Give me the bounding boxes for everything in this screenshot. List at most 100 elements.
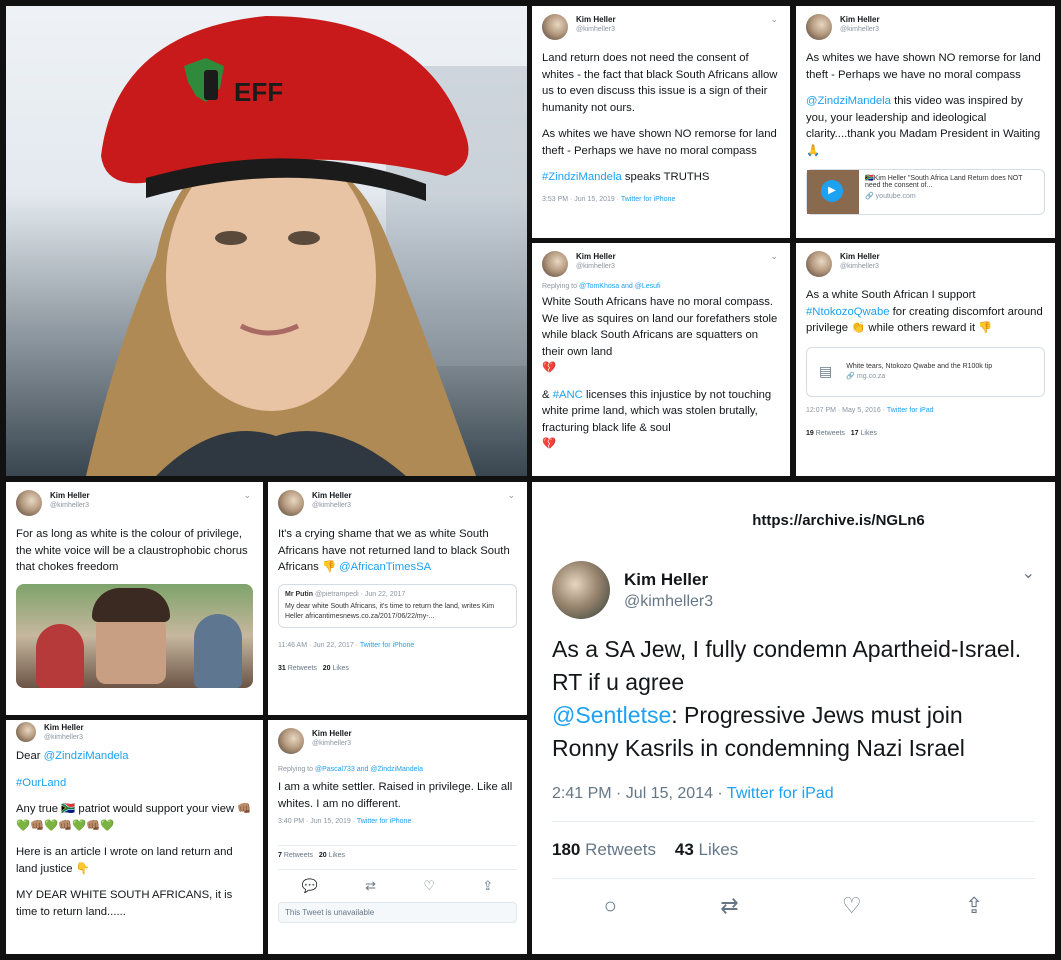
chevron-down-icon[interactable]: ⌄: [1022, 563, 1035, 583]
quoted-author[interactable]: Mr Putin: [285, 591, 313, 598]
timestamp[interactable]: 12:07 PM · May 5, 2016 ·: [806, 407, 887, 414]
reply-mentions[interactable]: @Pascal733 and @ZindziMandela: [315, 766, 423, 773]
avatar[interactable]: [278, 728, 304, 754]
tweet-text: White South Africans have no moral compa…: [542, 296, 778, 358]
avatar[interactable]: [278, 490, 304, 516]
video-thumbnail[interactable]: ▶: [807, 170, 859, 214]
avatar[interactable]: [552, 561, 610, 619]
display-name[interactable]: Kim Heller: [840, 251, 880, 262]
display-name[interactable]: Kim Heller: [840, 14, 880, 25]
client-link[interactable]: Twitter for iPad: [887, 407, 934, 414]
mention-link[interactable]: @ZindziMandela: [806, 95, 891, 107]
likes-label[interactable]: Likes: [694, 840, 739, 859]
hashtag-link[interactable]: #OurLand: [16, 775, 253, 792]
like-count[interactable]: 17: [851, 430, 859, 437]
retweets-label[interactable]: Retweets: [580, 840, 656, 859]
archive-url[interactable]: https://archive.is/NGLn6: [552, 512, 1035, 529]
timestamp[interactable]: 3:40 PM · Jun 15, 2019 ·: [278, 818, 357, 825]
display-name[interactable]: Kim Heller: [312, 728, 352, 739]
tweet-photo[interactable]: [16, 583, 253, 688]
client-link[interactable]: Twitter for iPad: [727, 785, 834, 802]
display-name[interactable]: Kim Heller: [576, 14, 616, 25]
handle[interactable]: @kimheller3: [44, 733, 84, 743]
link-card[interactable]: ▶ 🇿🇦Kim Heller "South Africa Land Return…: [806, 169, 1045, 215]
retweets-label[interactable]: Retweets: [286, 665, 317, 672]
handle[interactable]: @kimheller3: [312, 739, 352, 749]
like-count[interactable]: 20: [319, 852, 327, 859]
client-link[interactable]: Twitter for iPhone: [360, 642, 414, 649]
like-icon[interactable]: ♡: [423, 878, 435, 894]
timestamp[interactable]: 2:41 PM · Jul 15, 2014 ·: [552, 785, 727, 802]
eff-beret-text: EFF: [234, 77, 283, 107]
avatar[interactable]: [806, 251, 832, 277]
chevron-down-icon[interactable]: ⌄: [770, 14, 778, 25]
tweet-card-moral-compass[interactable]: Kim Heller @kimheller3 ⌄ Replying to @To…: [532, 243, 790, 476]
display-name[interactable]: Kim Heller: [624, 570, 713, 590]
quoted-handle-date[interactable]: @pietrampedi · Jun 22, 2017: [313, 591, 405, 598]
tweet-card-crying-shame[interactable]: Kim Heller @kimheller3 ⌄ It's a crying s…: [268, 482, 527, 715]
hashtag-link[interactable]: #ANC: [553, 389, 583, 401]
retweet-count[interactable]: 19: [806, 430, 814, 437]
avatar[interactable]: [16, 722, 36, 742]
retweets-label[interactable]: Retweets: [282, 852, 313, 859]
retweet-icon[interactable]: ⇄: [365, 878, 376, 894]
display-name[interactable]: Kim Heller: [576, 251, 616, 262]
tweet-card-ntokozo[interactable]: Kim Heller @kimheller3 As a white South …: [796, 243, 1055, 476]
tweet-card-our-land[interactable]: Kim Heller @kimheller3 Dear @ZindziMande…: [6, 720, 263, 954]
client-link[interactable]: Twitter for iPhone: [621, 196, 675, 203]
hashtag-link[interactable]: #NtokozoQwabe: [806, 306, 890, 318]
share-icon[interactable]: ⇪: [965, 893, 983, 919]
avatar[interactable]: [542, 14, 568, 40]
like-icon[interactable]: ♡: [842, 893, 862, 919]
reply-mentions[interactable]: @TomKhosa and @Lesufi: [579, 283, 661, 290]
tweet-card-video[interactable]: Kim Heller @kimheller3 As whites we have…: [796, 6, 1055, 238]
mention-link[interactable]: @AfricanTimesSA: [339, 561, 431, 573]
quoted-tweet[interactable]: Mr Putin @pietrampedi · Jun 22, 2017 My …: [278, 583, 517, 628]
likes-label[interactable]: Likes: [327, 852, 345, 859]
tweet-card-white-settler[interactable]: Kim Heller @kimheller3 Replying to @Pasc…: [268, 720, 527, 954]
likes-label[interactable]: Likes: [331, 665, 349, 672]
tweet-card-privilege[interactable]: Kim Heller @kimheller3 ⌄ For as long as …: [6, 482, 263, 715]
like-count[interactable]: 43: [675, 840, 694, 859]
retweet-count[interactable]: 180: [552, 840, 580, 859]
unavailable-tweet-notice: This Tweet is unavailable: [278, 902, 517, 923]
display-name[interactable]: Kim Heller: [312, 490, 352, 501]
retweet-count[interactable]: 31: [278, 665, 286, 672]
tweet-text: Land return does not need the consent of…: [542, 52, 778, 114]
reply-icon[interactable]: ○: [604, 893, 617, 919]
article-icon: ▤: [819, 363, 833, 379]
avatar[interactable]: [542, 251, 568, 277]
chevron-down-icon[interactable]: ⌄: [507, 490, 515, 501]
tweet-text: For as long as white is the colour of pr…: [16, 528, 248, 573]
mention-link[interactable]: @Sentletse: [552, 702, 671, 728]
retweet-icon[interactable]: ⇄: [720, 893, 738, 919]
display-name[interactable]: Kim Heller: [50, 490, 90, 501]
handle[interactable]: @kimheller3: [312, 501, 352, 511]
handle[interactable]: @kimheller3: [840, 262, 880, 272]
handle[interactable]: @kimheller3: [840, 25, 880, 35]
like-count[interactable]: 20: [323, 665, 331, 672]
mention-link[interactable]: @ZindziMandela: [44, 750, 129, 762]
play-icon[interactable]: ▶: [821, 180, 843, 202]
tweet-card-land-return[interactable]: Kim Heller @kimheller3 ⌄ Land return doe…: [532, 6, 790, 238]
broken-heart-icon: 💔: [542, 438, 557, 450]
hashtag-link[interactable]: #ZindziMandela: [542, 171, 622, 183]
chevron-down-icon[interactable]: ⌄: [770, 251, 778, 262]
retweets-label[interactable]: Retweets: [814, 430, 845, 437]
chevron-down-icon[interactable]: ⌄: [243, 490, 251, 501]
handle[interactable]: @kimheller3: [576, 262, 616, 272]
share-icon[interactable]: ⇪: [482, 878, 493, 894]
display-name[interactable]: Kim Heller: [44, 722, 84, 733]
timestamp[interactable]: 11:46 AM · Jun 22, 2017 ·: [278, 642, 360, 649]
link-card[interactable]: ▤ White tears, Ntokozo Qwabe and the R10…: [806, 346, 1045, 397]
reply-icon[interactable]: 💬: [302, 878, 318, 894]
client-link[interactable]: Twitter for iPhone: [357, 818, 411, 825]
handle[interactable]: @kimheller3: [50, 501, 90, 511]
handle[interactable]: @kimheller3: [576, 25, 616, 35]
likes-label[interactable]: Likes: [859, 430, 877, 437]
tweet-card-apartheid[interactable]: https://archive.is/NGLn6 Kim Heller @kim…: [532, 482, 1055, 954]
handle[interactable]: @kimheller3: [624, 593, 713, 611]
avatar[interactable]: [806, 14, 832, 40]
timestamp[interactable]: 3:53 PM · Jun 15, 2019 ·: [542, 196, 621, 203]
avatar[interactable]: [16, 490, 42, 516]
